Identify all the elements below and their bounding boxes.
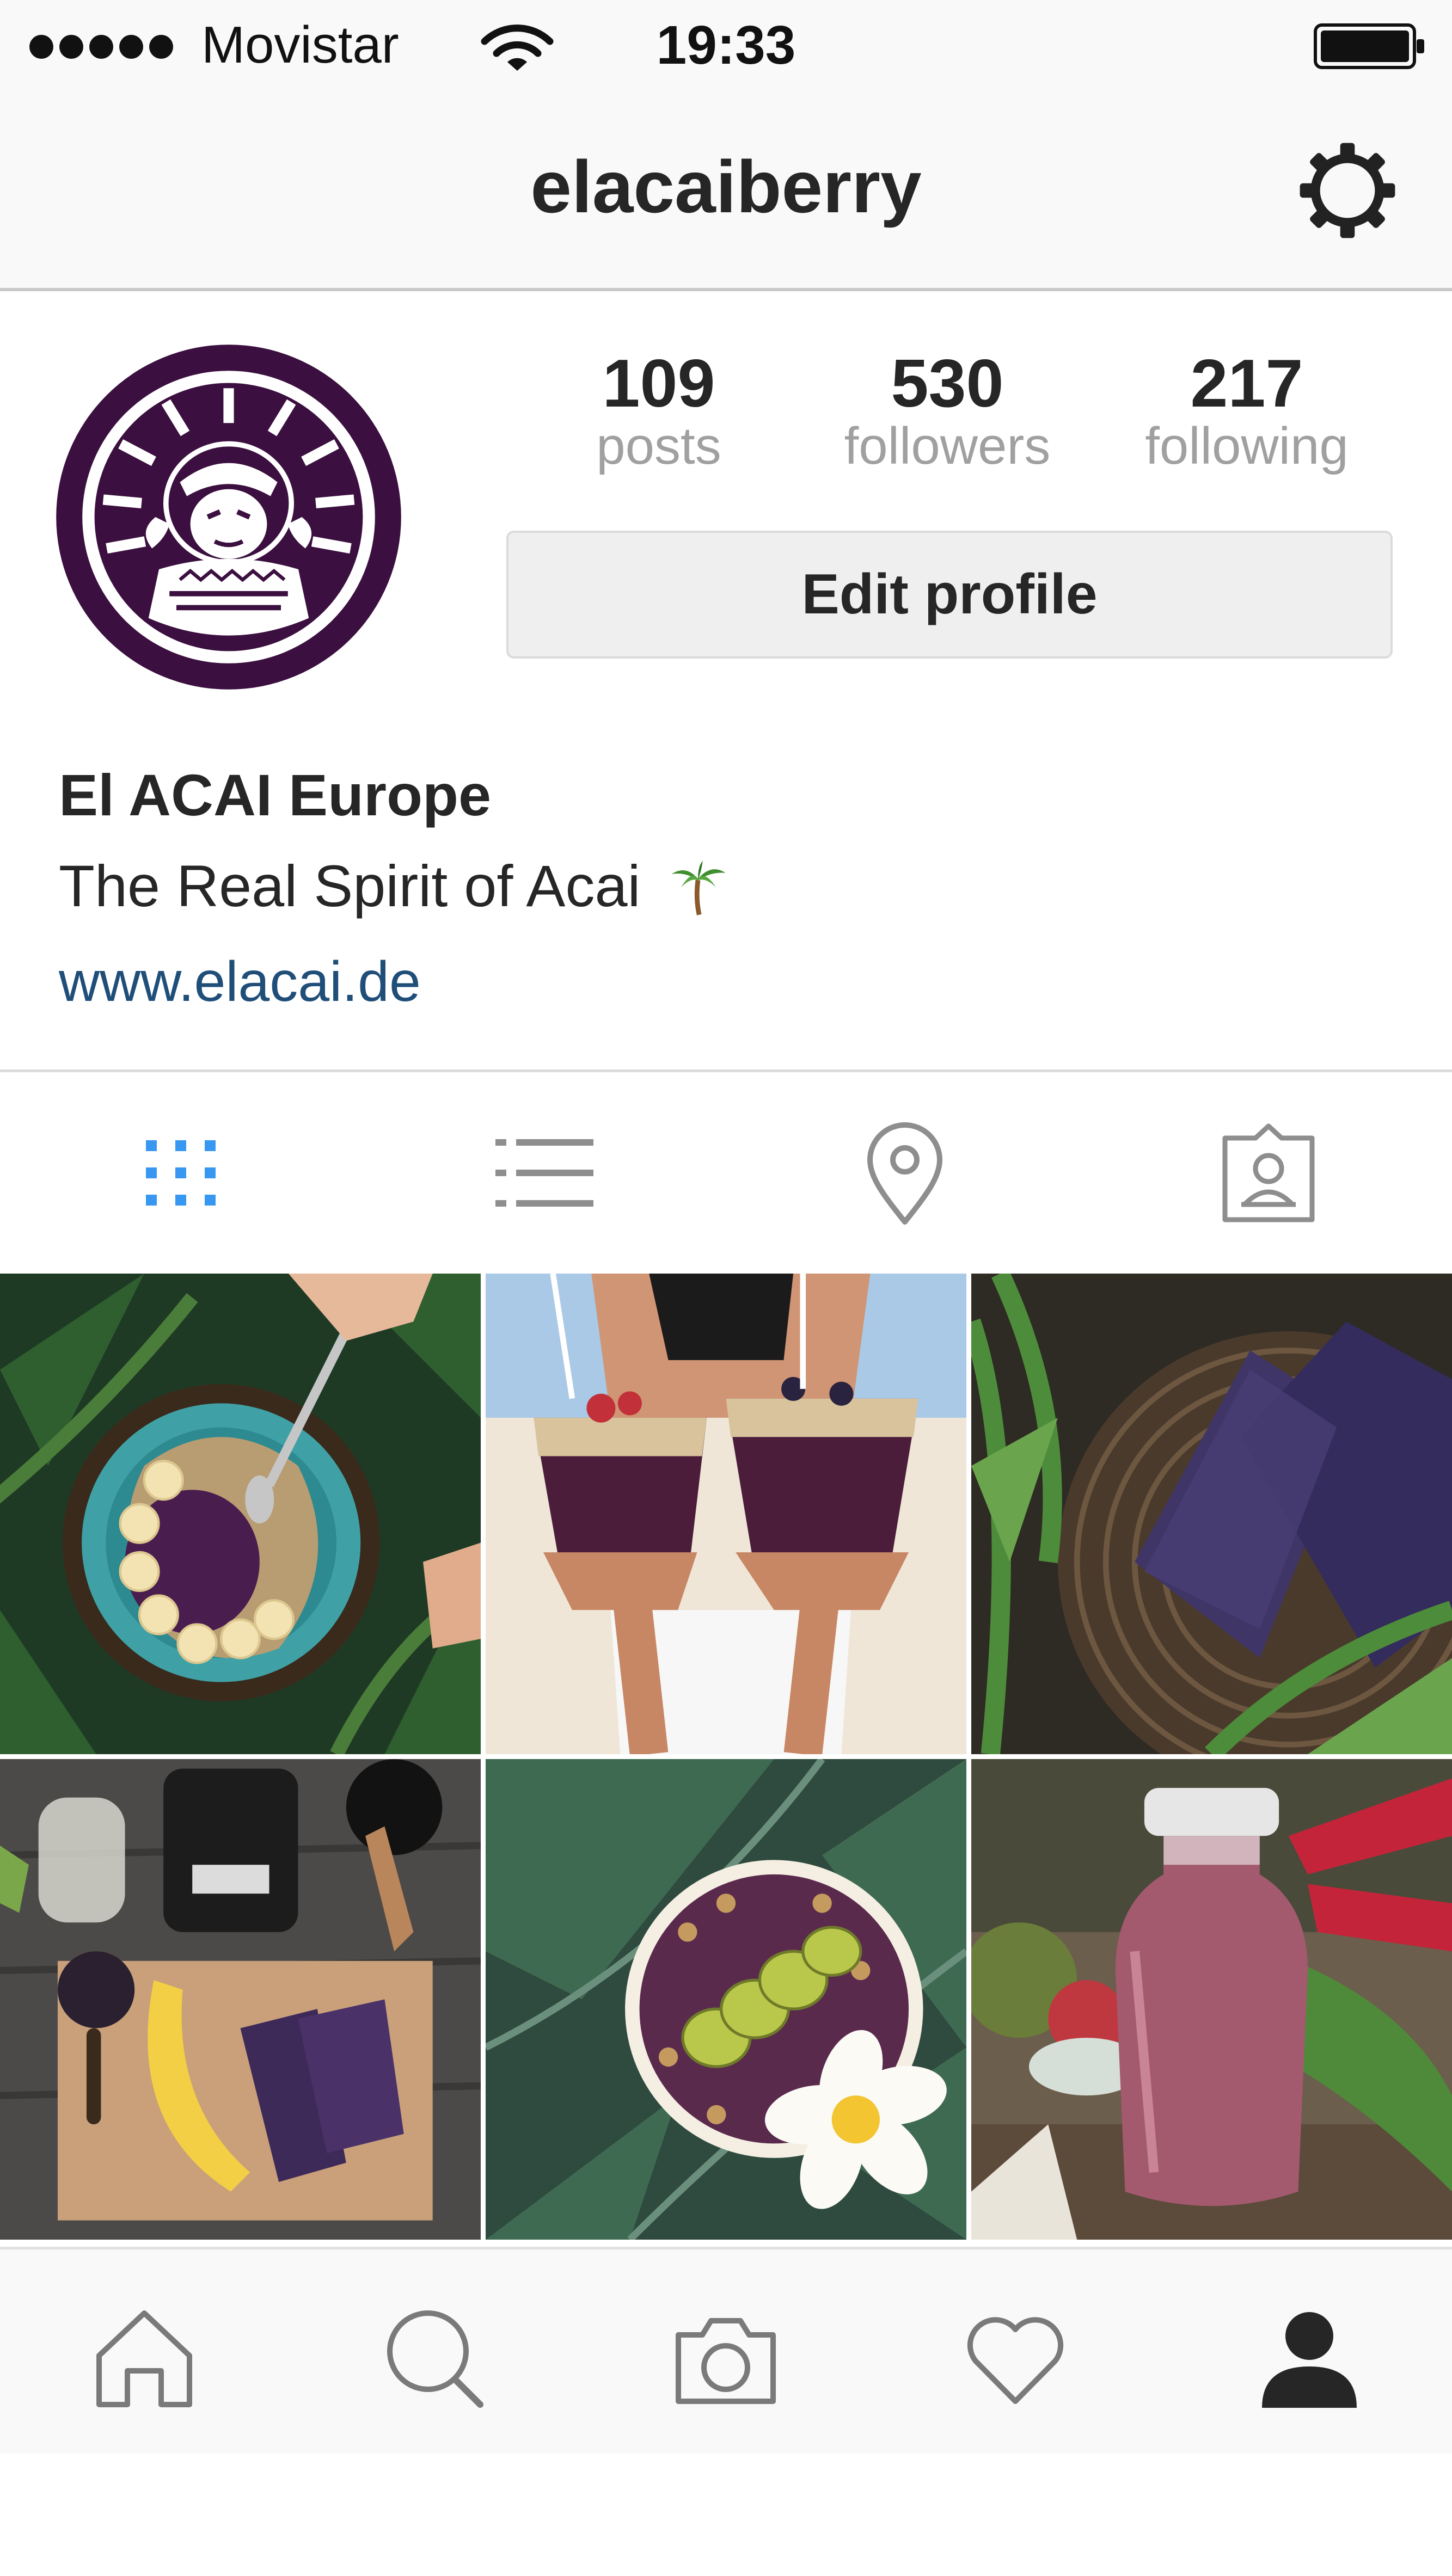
post-image xyxy=(0,1759,481,2240)
palm-tree-icon xyxy=(671,860,726,915)
camera-icon[interactable] xyxy=(669,2301,783,2415)
followers-count[interactable]: 530 followers xyxy=(822,348,1073,474)
home-icon[interactable] xyxy=(87,2301,201,2415)
status-clock: 19:33 xyxy=(656,15,796,76)
grid-post-1[interactable] xyxy=(0,1274,481,1754)
following-count-label: following xyxy=(1145,417,1349,476)
posts-count-label: posts xyxy=(596,417,721,476)
tagged-photos-icon[interactable] xyxy=(1209,1118,1328,1227)
avatar[interactable] xyxy=(54,343,403,691)
following-count-value: 217 xyxy=(1190,346,1303,421)
nav-bar: elacaiberry xyxy=(0,90,1452,291)
post-image xyxy=(486,1274,966,1754)
gear-icon[interactable] xyxy=(1296,139,1399,242)
edit-profile-button[interactable]: Edit profile xyxy=(506,531,1393,659)
grid-icon[interactable] xyxy=(121,1118,241,1227)
bottom-tab-bar xyxy=(0,2249,1452,2454)
search-icon[interactable] xyxy=(376,2301,490,2415)
list-icon[interactable] xyxy=(485,1118,604,1227)
battery-icon xyxy=(1314,23,1424,69)
profile-full-name: El ACAI Europe xyxy=(59,762,492,828)
posts-count: 109 posts xyxy=(534,348,784,474)
post-image xyxy=(0,1274,481,1754)
grid-post-5[interactable] xyxy=(486,1759,966,2240)
followers-count-value: 530 xyxy=(891,346,1004,421)
grid-post-4[interactable] xyxy=(0,1759,481,2240)
post-image xyxy=(971,1274,1452,1754)
followers-count-label: followers xyxy=(844,417,1051,476)
following-count[interactable]: 217 following xyxy=(1122,348,1372,474)
divider xyxy=(0,1069,1452,1072)
profile-website-link[interactable]: www.elacai.de xyxy=(59,950,421,1015)
profile-bio: The Real Spirit of Acai xyxy=(59,852,728,920)
grid-post-2[interactable] xyxy=(486,1274,966,1754)
post-image xyxy=(971,1759,1452,2240)
location-pin-icon[interactable] xyxy=(845,1118,965,1227)
profile-icon[interactable] xyxy=(1252,2301,1367,2415)
post-image xyxy=(486,1759,966,2240)
grid-post-3[interactable] xyxy=(971,1274,1452,1754)
heart-icon[interactable] xyxy=(958,2301,1073,2415)
grid-post-6[interactable] xyxy=(971,1759,1452,2240)
profile-username: elacaiberry xyxy=(530,145,922,228)
posts-count-value: 109 xyxy=(602,346,715,421)
photo-grid xyxy=(0,1274,1452,2242)
profile-bio-text: The Real Spirit of Acai xyxy=(59,853,641,919)
status-bar: Movistar 19:33 xyxy=(0,0,1452,90)
